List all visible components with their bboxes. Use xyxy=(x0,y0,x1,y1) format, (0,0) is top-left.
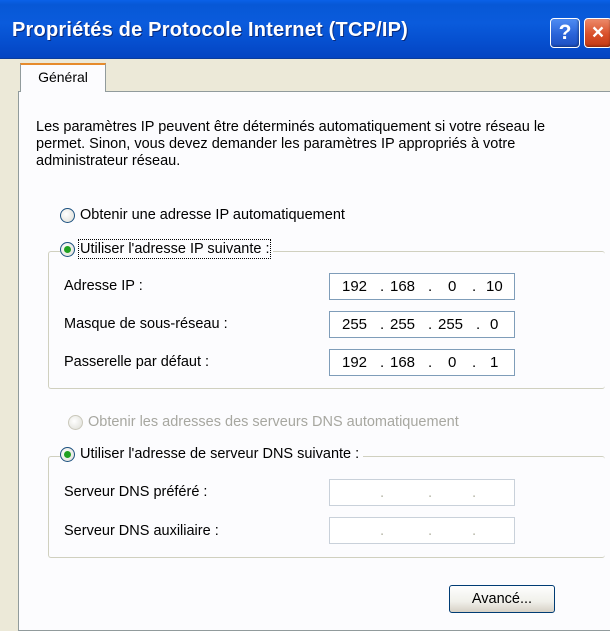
pdns-dot-3: . xyxy=(472,484,477,501)
mask-octet-3: 255 xyxy=(438,316,464,333)
subnet-mask-input[interactable]: 255 . 255 . 255 . 0 xyxy=(329,311,515,338)
ip-address-label: Adresse IP : xyxy=(64,278,143,294)
ip-octet-1: 192 xyxy=(342,278,368,295)
adns-dot-1: . xyxy=(380,522,385,539)
gw-dot-2: . xyxy=(428,354,433,371)
window-title: Propriétés de Protocole Internet (TCP/IP… xyxy=(12,19,409,41)
ip-dot-3: . xyxy=(472,278,477,295)
gw-octet-3: 0 xyxy=(448,354,457,371)
help-button[interactable]: ? xyxy=(550,18,580,48)
ip-address-input[interactable]: 192 . 168 . 0 . 10 xyxy=(329,273,515,300)
gw-octet-1: 192 xyxy=(342,354,368,371)
close-button[interactable]: × xyxy=(584,18,610,48)
ip-dot-2: . xyxy=(428,278,433,295)
pdns-dot-2: . xyxy=(428,484,433,501)
alternate-dns-label: Serveur DNS auxiliaire : xyxy=(64,523,219,539)
mask-octet-2: 255 xyxy=(390,316,416,333)
preferred-dns-label: Serveur DNS préféré : xyxy=(64,484,208,500)
ip-auto-label: Obtenir une adresse IP automatiquement xyxy=(80,207,345,223)
ip-octet-2: 168 xyxy=(390,278,416,295)
mask-dot-3: . xyxy=(476,316,481,333)
close-icon: × xyxy=(591,21,605,44)
dns-manual-option[interactable]: Utiliser l'adresse de serveur DNS suivan… xyxy=(60,446,364,462)
mask-dot-2: . xyxy=(428,316,433,333)
gateway-label: Passerelle par défaut : xyxy=(64,354,210,370)
mask-dot-1: . xyxy=(380,316,385,333)
dns-auto-label: Obtenir les adresses des serveurs DNS au… xyxy=(88,414,459,430)
radio-dns-manual[interactable] xyxy=(60,446,75,462)
help-icon: ? xyxy=(558,21,572,44)
gw-octet-2: 168 xyxy=(390,354,416,371)
ip-dot-1: . xyxy=(380,278,385,295)
gateway-input[interactable]: 192 . 168 . 0 . 1 xyxy=(329,349,515,376)
radio-ip-manual[interactable] xyxy=(60,241,75,257)
advanced-button[interactable]: Avancé... xyxy=(449,585,555,613)
subnet-mask-label: Masque de sous-réseau : xyxy=(64,316,228,332)
gw-dot-1: . xyxy=(380,354,385,371)
gw-octet-4: 1 xyxy=(490,354,499,371)
gw-dot-3: . xyxy=(472,354,477,371)
title-bar[interactable]: Propriétés de Protocole Internet (TCP/IP… xyxy=(0,0,610,59)
adns-dot-3: . xyxy=(472,522,477,539)
ip-octet-3: 0 xyxy=(448,278,457,295)
dns-manual-group xyxy=(48,456,605,558)
alternate-dns-input[interactable]: . . . xyxy=(329,517,515,544)
ip-manual-option[interactable]: Utiliser l'adresse IP suivante : xyxy=(60,239,274,259)
tab-general[interactable]: Général xyxy=(20,63,106,92)
intro-text: Les paramètres IP peuvent être déterminé… xyxy=(36,119,546,169)
radio-ip-auto[interactable] xyxy=(60,207,75,223)
ip-octet-4: 10 xyxy=(486,278,503,295)
radio-dns-auto[interactable] xyxy=(68,414,83,430)
ip-manual-label: Utiliser l'adresse IP suivante : xyxy=(77,239,272,259)
preferred-dns-input[interactable]: . . . xyxy=(329,479,515,506)
mask-octet-4: 0 xyxy=(490,316,499,333)
adns-dot-2: . xyxy=(428,522,433,539)
dns-auto-option[interactable]: Obtenir les adresses des serveurs DNS au… xyxy=(68,414,463,430)
dns-manual-label: Utiliser l'adresse de serveur DNS suivan… xyxy=(80,446,360,462)
mask-octet-1: 255 xyxy=(342,316,368,333)
pdns-dot-1: . xyxy=(380,484,385,501)
ip-auto-option[interactable]: Obtenir une adresse IP automatiquement xyxy=(60,207,349,223)
